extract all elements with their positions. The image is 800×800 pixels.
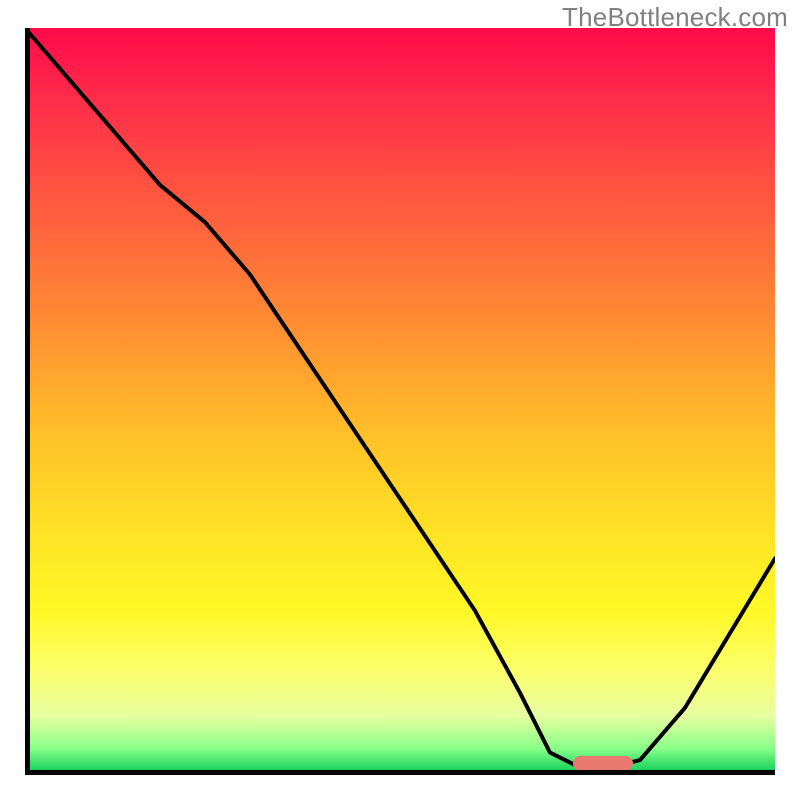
y-axis-line: [25, 28, 30, 775]
bottleneck-curve: [25, 28, 775, 775]
optimum-marker: [573, 756, 633, 771]
stage: TheBottleneck.com: [0, 0, 800, 800]
watermark-text: TheBottleneck.com: [562, 2, 788, 33]
x-axis-line: [25, 770, 775, 775]
curve-path: [25, 28, 775, 768]
